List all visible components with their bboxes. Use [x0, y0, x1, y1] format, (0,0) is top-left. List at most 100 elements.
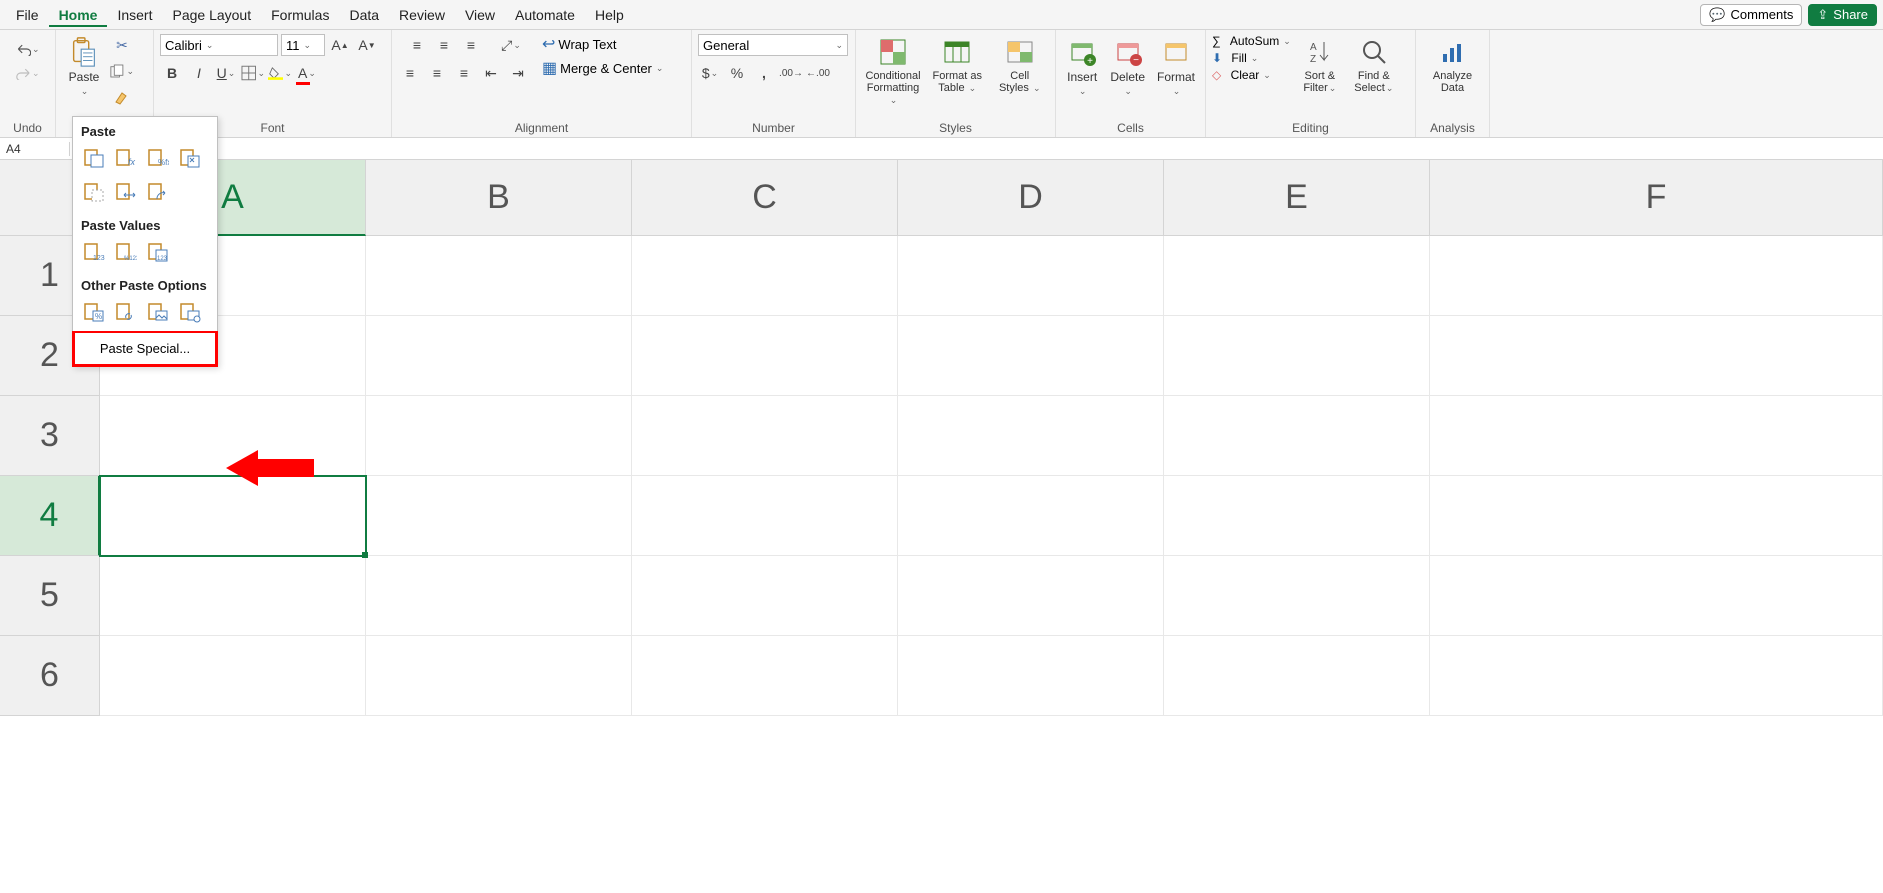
- col-header-D[interactable]: D: [898, 160, 1164, 236]
- paste-picture-option[interactable]: [145, 299, 171, 325]
- paste-no-borders-option[interactable]: [81, 179, 107, 205]
- row-header-5[interactable]: 5: [0, 556, 100, 636]
- paste-values-source-option[interactable]: 123: [145, 239, 171, 265]
- analyze-data-button[interactable]: AnalyzeData: [1422, 34, 1483, 96]
- cell-F5[interactable]: [1430, 556, 1883, 636]
- col-header-B[interactable]: B: [366, 160, 632, 236]
- paste-formatting-option[interactable]: %: [81, 299, 107, 325]
- underline-button[interactable]: U⌄: [214, 62, 238, 84]
- row-header-4[interactable]: 4: [0, 476, 100, 556]
- paste-all-option[interactable]: [81, 145, 107, 171]
- clear-button[interactable]: ◇ Clear⌄: [1212, 68, 1271, 82]
- increase-font-button[interactable]: A▲: [328, 34, 352, 56]
- fill-color-button[interactable]: ⌄: [268, 62, 292, 84]
- cell-B5[interactable]: [366, 556, 632, 636]
- percent-button[interactable]: %: [725, 62, 749, 84]
- sort-filter-button[interactable]: AZ Sort &Filter⌄: [1295, 34, 1345, 96]
- font-size-combo[interactable]: 11⌄: [281, 34, 325, 56]
- row-header-6[interactable]: 6: [0, 636, 100, 716]
- cell-E1[interactable]: [1164, 236, 1430, 316]
- delete-cells-button[interactable]: − Delete⌄: [1106, 34, 1149, 99]
- cell-E3[interactable]: [1164, 396, 1430, 476]
- wrap-text-button[interactable]: ↩ Wrap Text: [542, 34, 616, 54]
- paste-formulas-number-option[interactable]: %fx: [145, 145, 171, 171]
- col-header-C[interactable]: C: [632, 160, 898, 236]
- autosum-button[interactable]: ∑ AutoSum⌄: [1212, 34, 1291, 48]
- cell-E2[interactable]: [1164, 316, 1430, 396]
- paste-values-number-option[interactable]: %123: [113, 239, 139, 265]
- col-header-E[interactable]: E: [1164, 160, 1430, 236]
- align-right-button[interactable]: ≡: [452, 62, 476, 84]
- cell-D3[interactable]: [898, 396, 1164, 476]
- comma-style-button[interactable]: ,: [752, 62, 776, 84]
- cell-D1[interactable]: [898, 236, 1164, 316]
- tab-help[interactable]: Help: [585, 3, 634, 27]
- increase-indent-button[interactable]: ⇥: [506, 62, 530, 84]
- tab-insert[interactable]: Insert: [107, 3, 162, 27]
- paste-values-option[interactable]: 123: [81, 239, 107, 265]
- format-as-table-button[interactable]: Format asTable ⌄: [928, 34, 987, 96]
- insert-cells-button[interactable]: + Insert⌄: [1062, 34, 1102, 99]
- italic-button[interactable]: I: [187, 62, 211, 84]
- cell-F1[interactable]: [1430, 236, 1883, 316]
- undo-button[interactable]: ⌄: [16, 38, 40, 60]
- font-name-combo[interactable]: Calibri⌄: [160, 34, 278, 56]
- copy-button[interactable]: ⌄: [110, 60, 134, 82]
- find-select-button[interactable]: Find &Select⌄: [1349, 34, 1399, 96]
- row-header-3[interactable]: 3: [0, 396, 100, 476]
- cell-E6[interactable]: [1164, 636, 1430, 716]
- cell-C6[interactable]: [632, 636, 898, 716]
- tab-home[interactable]: Home: [49, 3, 108, 27]
- align-top-button[interactable]: ≡: [405, 34, 429, 56]
- tab-formulas[interactable]: Formulas: [261, 3, 339, 27]
- tab-view[interactable]: View: [455, 3, 505, 27]
- paste-link-option[interactable]: [113, 299, 139, 325]
- cell-A5[interactable]: [100, 556, 366, 636]
- cell-F3[interactable]: [1430, 396, 1883, 476]
- share-button[interactable]: ⇪ Share: [1808, 4, 1877, 26]
- bold-button[interactable]: B: [160, 62, 184, 84]
- cell-F6[interactable]: [1430, 636, 1883, 716]
- align-middle-button[interactable]: ≡: [432, 34, 456, 56]
- tab-data[interactable]: Data: [339, 3, 389, 27]
- format-cells-button[interactable]: Format⌄: [1153, 34, 1199, 99]
- cell-B1[interactable]: [366, 236, 632, 316]
- cell-D5[interactable]: [898, 556, 1164, 636]
- redo-button[interactable]: ⌄: [16, 62, 40, 84]
- paste-special-menu-item[interactable]: Paste Special...: [72, 331, 218, 367]
- align-center-button[interactable]: ≡: [425, 62, 449, 84]
- paste-linked-picture-option[interactable]: [177, 299, 203, 325]
- col-header-F[interactable]: F: [1430, 160, 1883, 236]
- cell-C3[interactable]: [632, 396, 898, 476]
- align-left-button[interactable]: ≡: [398, 62, 422, 84]
- cell-B2[interactable]: [366, 316, 632, 396]
- cell-D4[interactable]: [898, 476, 1164, 556]
- cell-F2[interactable]: [1430, 316, 1883, 396]
- paste-keep-col-width-option[interactable]: [113, 179, 139, 205]
- decrease-decimal-button[interactable]: ←.00: [806, 62, 830, 84]
- tab-review[interactable]: Review: [389, 3, 455, 27]
- comments-button[interactable]: 💬 Comments: [1700, 4, 1802, 26]
- cell-C4[interactable]: [632, 476, 898, 556]
- accounting-format-button[interactable]: $⌄: [698, 62, 722, 84]
- cell-D6[interactable]: [898, 636, 1164, 716]
- cell-E5[interactable]: [1164, 556, 1430, 636]
- paste-transpose-option[interactable]: [145, 179, 171, 205]
- cell-E4[interactable]: [1164, 476, 1430, 556]
- name-box[interactable]: A4: [0, 142, 70, 156]
- cell-C5[interactable]: [632, 556, 898, 636]
- cell-C1[interactable]: [632, 236, 898, 316]
- cell-styles-button[interactable]: CellStyles ⌄: [991, 34, 1050, 96]
- format-painter-button[interactable]: [110, 86, 134, 108]
- font-color-button[interactable]: A⌄: [295, 62, 319, 84]
- cell-A6[interactable]: [100, 636, 366, 716]
- increase-decimal-button[interactable]: .00→: [779, 62, 803, 84]
- paste-split-button[interactable]: Paste ⌄: [62, 34, 106, 99]
- decrease-indent-button[interactable]: ⇤: [479, 62, 503, 84]
- cell-D2[interactable]: [898, 316, 1164, 396]
- decrease-font-button[interactable]: A▼: [355, 34, 379, 56]
- tab-automate[interactable]: Automate: [505, 3, 585, 27]
- cell-B4[interactable]: [366, 476, 632, 556]
- number-format-combo[interactable]: General⌄: [698, 34, 848, 56]
- paste-keep-source-option[interactable]: [177, 145, 203, 171]
